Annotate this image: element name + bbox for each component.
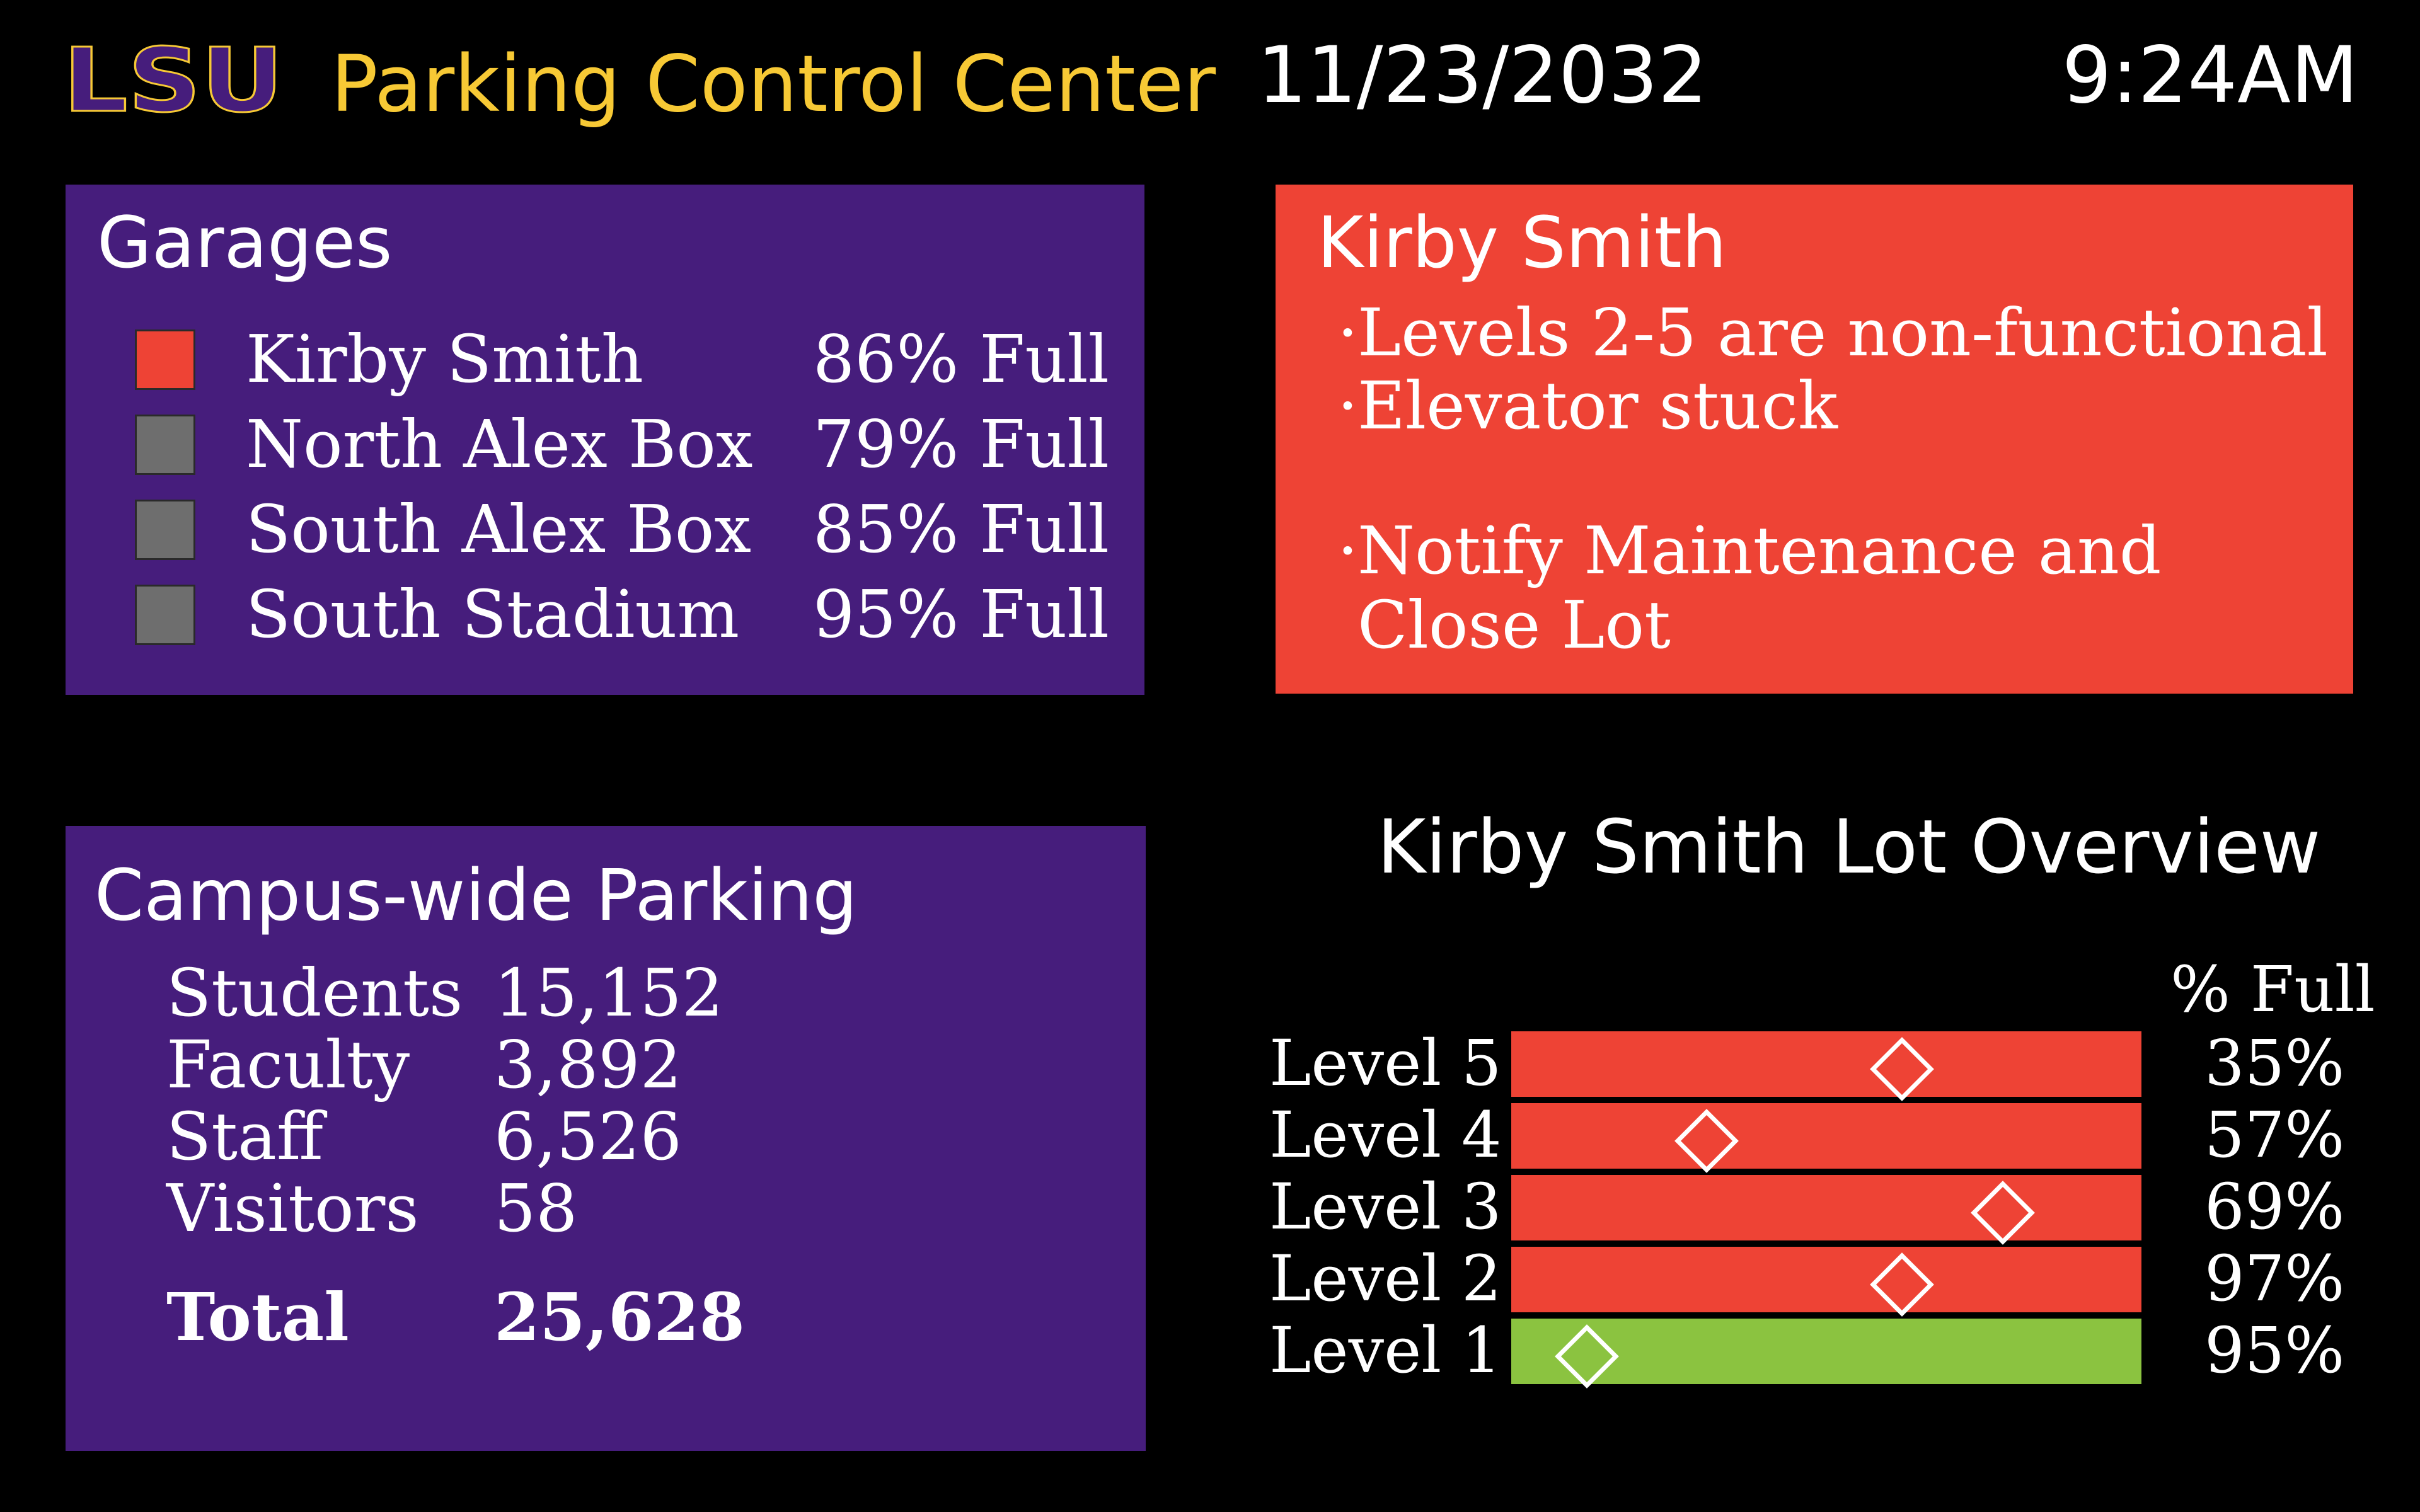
level-row-1[interactable]: Level 1 95% <box>1267 1314 2376 1389</box>
alert-item-action: · Notify Maintenance and Close Lot <box>1337 512 2162 663</box>
garage-percent-full: 79% Full <box>813 406 1109 483</box>
diamond-marker-icon <box>1870 1037 1934 1101</box>
level-status-bar <box>1511 1247 2141 1317</box>
campus-row-visitors: Visitors 58 <box>166 1170 986 1247</box>
level-status-bar <box>1511 1103 2141 1173</box>
alert-item-text: Levels 2-5 are non-functional <box>1357 294 2328 371</box>
lot-overview-title: Kirby Smith Lot Overview <box>1377 803 2321 890</box>
garage-row-south-alex-box[interactable]: South Alex Box 85% Full <box>66 491 1144 573</box>
campus-total-label: Total <box>166 1278 349 1356</box>
alert-item-text: Notify Maintenance and <box>1357 512 2162 589</box>
current-time: 9:24AM <box>2061 30 2358 121</box>
garage-status-swatch <box>135 500 195 560</box>
level-row-3[interactable]: Level 3 69% <box>1267 1170 2376 1245</box>
garage-status-swatch <box>135 415 195 475</box>
alert-item-levels: · Levels 2-5 are non-functional <box>1337 294 2328 371</box>
campus-row-students: Students 15,152 <box>166 954 986 1031</box>
level-percent: 57% <box>2204 1098 2345 1172</box>
level-label: Level 2 <box>1269 1242 1502 1315</box>
level-label: Level 1 <box>1269 1314 1502 1387</box>
campus-label: Students <box>166 954 463 1031</box>
level-label: Level 5 <box>1269 1026 1502 1100</box>
alert-item-text-continued: Close Lot <box>1357 587 1671 663</box>
alert-title: Kirby Smith <box>1317 202 1727 284</box>
campus-value: 6,526 <box>494 1098 682 1175</box>
garage-name: North Alex Box <box>246 406 753 483</box>
level-percent: 97% <box>2204 1242 2345 1315</box>
garage-name: Kirby Smith <box>246 321 643 398</box>
level-status-bar <box>1511 1319 2141 1389</box>
level-percent: 95% <box>2204 1314 2345 1387</box>
bullet-icon: · <box>1337 512 1359 589</box>
campus-parking-panel: Campus-wide Parking Students 15,152 Facu… <box>66 826 1146 1451</box>
alert-item-elevator: · Elevator stuck <box>1337 367 1838 444</box>
level-percent: 69% <box>2204 1170 2345 1244</box>
garages-title: Garages <box>97 202 393 284</box>
logo-text: LSU <box>63 43 284 125</box>
level-row-2[interactable]: Level 2 97% <box>1267 1242 2376 1317</box>
garage-status-swatch <box>135 329 195 390</box>
alert-item-text: Elevator stuck <box>1357 367 1838 444</box>
diamond-marker-icon <box>1870 1252 1934 1317</box>
campus-label: Visitors <box>166 1170 419 1247</box>
app-title: Parking Control Center <box>331 39 1216 130</box>
percent-full-header: % Full <box>2170 953 2375 1026</box>
level-percent: 35% <box>2204 1026 2345 1100</box>
level-label: Level 3 <box>1269 1170 1502 1244</box>
garage-row-north-alex-box[interactable]: North Alex Box 79% Full <box>66 406 1144 488</box>
diamond-marker-icon <box>1971 1181 2035 1245</box>
current-date: 11/23/2032 <box>1257 30 1708 121</box>
level-status-bar <box>1511 1175 2141 1245</box>
campus-row-faculty: Faculty 3,892 <box>166 1026 986 1103</box>
bullet-icon: · <box>1337 367 1359 444</box>
garage-name: South Alex Box <box>246 491 751 568</box>
campus-value: 3,892 <box>494 1026 682 1103</box>
lsu-logo: LSU <box>63 43 285 125</box>
garage-percent-full: 86% Full <box>813 321 1109 398</box>
campus-row-staff: Staff 6,526 <box>166 1098 986 1175</box>
garage-name: South Stadium <box>246 576 740 653</box>
campus-value: 15,152 <box>494 954 723 1031</box>
campus-value: 58 <box>494 1170 578 1247</box>
garages-panel: Garages Kirby Smith 86% Full North Alex … <box>66 185 1144 695</box>
level-status-bar <box>1511 1031 2141 1101</box>
alert-panel: Kirby Smith · Levels 2-5 are non-functio… <box>1276 185 2353 694</box>
garage-row-kirby-smith[interactable]: Kirby Smith 86% Full <box>66 321 1144 403</box>
level-row-4[interactable]: Level 4 57% <box>1267 1098 2376 1173</box>
level-label: Level 4 <box>1269 1098 1502 1172</box>
diamond-marker-icon <box>1674 1109 1739 1173</box>
campus-row-total: Total 25,628 <box>166 1278 986 1356</box>
garage-percent-full: 95% Full <box>813 576 1109 653</box>
campus-label: Staff <box>166 1098 323 1175</box>
campus-label: Faculty <box>166 1026 410 1103</box>
campus-title: Campus-wide Parking <box>95 855 858 937</box>
diamond-marker-icon <box>1555 1324 1619 1389</box>
level-row-5[interactable]: Level 5 35% <box>1267 1026 2376 1101</box>
bullet-icon: · <box>1337 294 1359 371</box>
garage-row-south-stadium[interactable]: South Stadium 95% Full <box>66 576 1144 658</box>
campus-total-value: 25,628 <box>494 1278 746 1356</box>
garage-status-swatch <box>135 585 195 645</box>
garage-percent-full: 85% Full <box>813 491 1109 568</box>
